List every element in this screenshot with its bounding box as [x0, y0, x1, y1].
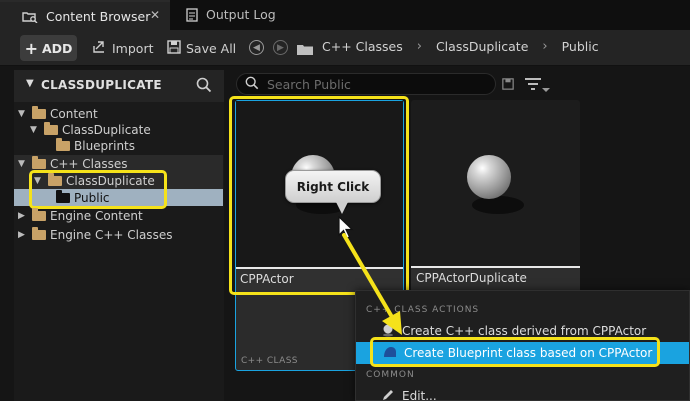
tree-label: Content — [50, 106, 98, 121]
sources-header-title: CLASSDUPLICATE — [41, 78, 162, 92]
callout-tail — [336, 202, 348, 214]
save-search-icon[interactable] — [502, 78, 514, 93]
folder-icon — [56, 137, 70, 151]
save-all-label: Save All — [186, 40, 237, 56]
import-icon — [92, 40, 106, 57]
breadcrumb-public[interactable]: Public — [562, 39, 599, 54]
cpp-folder-icon — [32, 226, 46, 240]
history-back-icon[interactable]: ◀ — [249, 40, 264, 55]
tree-label: Engine C++ Classes — [50, 227, 173, 242]
tree-item-content[interactable]: ▼ Content — [18, 105, 98, 122]
collapse-arrow-icon[interactable]: ▼ — [26, 78, 34, 89]
tree-label: Blueprints — [74, 138, 136, 153]
sources-header: ▼ CLASSDUPLICATE — [14, 70, 224, 102]
search-icon[interactable] — [196, 77, 212, 96]
tab-label: Output Log — [206, 7, 276, 22]
breadcrumb-cpp-classes[interactable]: C++ Classes — [322, 39, 403, 54]
tab-content-browser[interactable]: Content Browser ✕ — [0, 0, 170, 30]
edit-icon — [381, 388, 395, 401]
folder-open-icon — [32, 105, 46, 119]
save-all-button[interactable]: Save All — [167, 35, 236, 61]
folder-icon — [32, 207, 46, 221]
tree-item-blueprints[interactable]: Blueprints — [56, 137, 135, 154]
tab-close-icon[interactable]: ✕ — [150, 8, 160, 22]
plus-icon: + — [24, 38, 38, 58]
content-browser-icon — [22, 11, 38, 24]
right-click-callout: Right Click — [285, 170, 381, 203]
actor-thumbnail-sphere — [467, 155, 511, 199]
edit-item[interactable]: Edit... — [356, 385, 689, 401]
import-label: Import — [112, 40, 154, 56]
expand-arrow-icon[interactable]: ▼ — [18, 109, 32, 119]
breadcrumb-separator-icon: › — [416, 39, 422, 54]
tab-label: Content Browser — [46, 9, 151, 24]
menu-section-common: COMMON — [366, 370, 415, 380]
tree-item-engine-content[interactable]: ▶ Engine Content — [18, 207, 143, 224]
expand-arrow-icon[interactable]: ▼ — [18, 159, 32, 169]
history-forward-icon[interactable]: ▶ — [273, 40, 288, 55]
tree-item-classduplicate[interactable]: ▼ ClassDuplicate — [30, 121, 151, 138]
filter-icon[interactable] — [524, 77, 542, 94]
filter-dropdown-icon[interactable] — [542, 88, 550, 92]
tree-label: C++ Classes — [50, 156, 128, 171]
breadcrumb-classduplicate[interactable]: ClassDuplicate — [436, 39, 528, 54]
highlight-box — [29, 170, 167, 209]
import-button[interactable]: Import — [92, 35, 154, 61]
cpp-folder-icon — [32, 155, 46, 169]
tree-label: ClassDuplicate — [62, 122, 151, 137]
actor-thumbnail-shadow — [472, 196, 524, 214]
add-label: ADD — [41, 40, 73, 56]
callout-text: Right Click — [296, 179, 370, 194]
expand-arrow-icon[interactable]: ▶ — [18, 211, 32, 221]
tab-output-log[interactable]: Output Log — [176, 0, 326, 30]
highlight-box — [370, 337, 660, 367]
folder-icon — [297, 44, 313, 58]
menu-item-label: Create C++ class derived from CPPActor — [402, 324, 647, 338]
asset-name: CPPActorDuplicate — [416, 271, 527, 285]
search-icon — [245, 76, 259, 93]
breadcrumb-separator-icon: › — [542, 39, 548, 54]
folder-open-icon — [44, 121, 58, 135]
expand-arrow-icon[interactable]: ▼ — [30, 125, 44, 135]
annotation-arrow — [342, 233, 402, 335]
tree-label: Engine Content — [50, 208, 143, 223]
menu-item-label: Edit... — [402, 389, 437, 401]
tree-item-engine-cpp-classes[interactable]: ▶ Engine C++ Classes — [18, 226, 172, 243]
search-input[interactable]: Search Public — [236, 73, 496, 95]
expand-arrow-icon[interactable]: ▶ — [18, 230, 32, 240]
output-log-icon — [186, 8, 198, 22]
search-placeholder: Search Public — [267, 76, 351, 92]
save-icon — [167, 39, 181, 57]
add-button[interactable]: + ADD — [20, 35, 77, 61]
breadcrumb: C++ Classes › ClassDuplicate › Public — [322, 39, 599, 54]
asset-type: C++ CLASS — [241, 356, 298, 366]
